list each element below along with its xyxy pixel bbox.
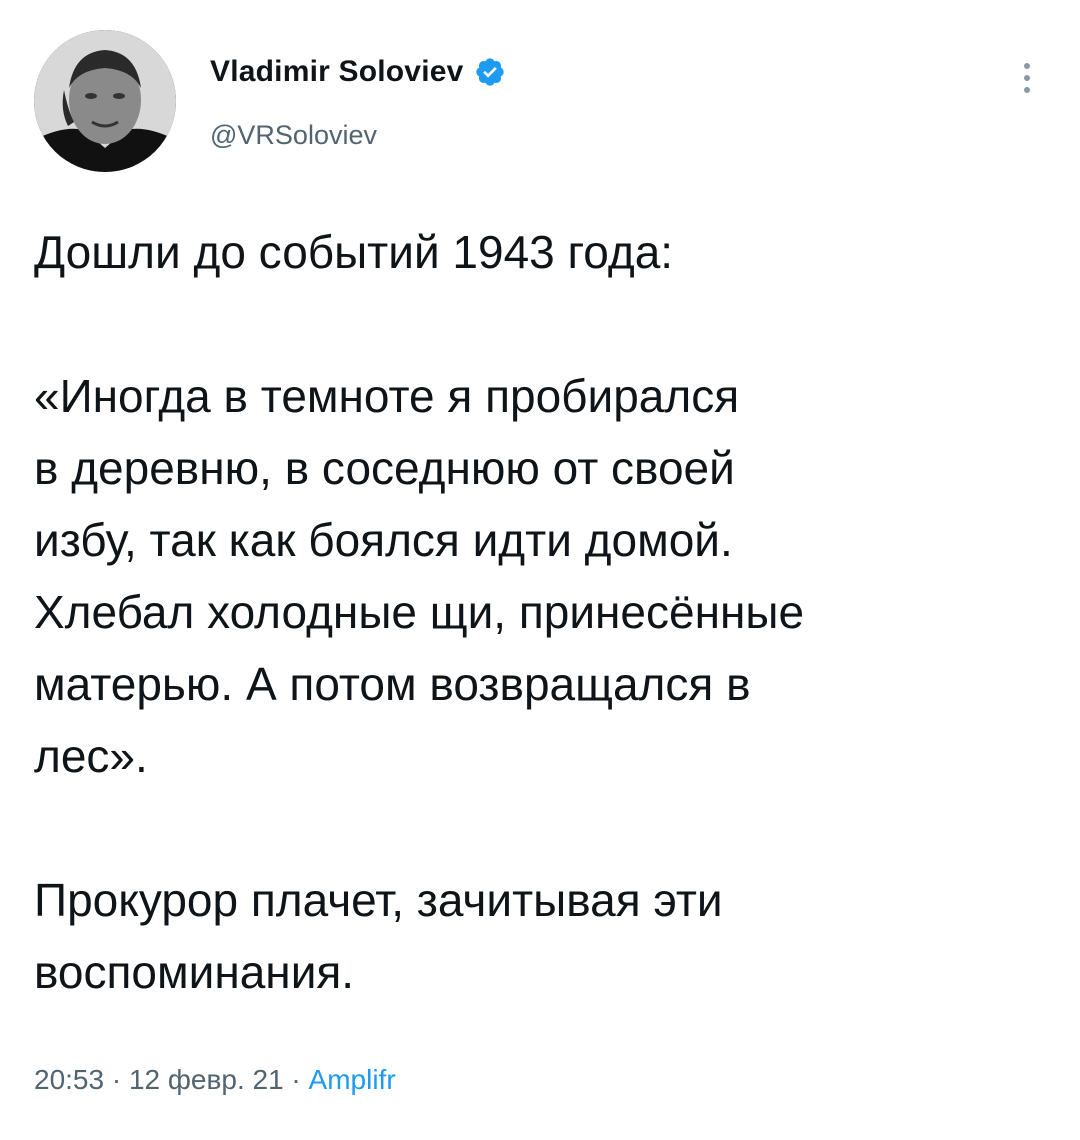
author-handle[interactable]: @VRSoloviev [210, 120, 377, 151]
tweet-time[interactable]: 20:53 [34, 1064, 104, 1095]
author-name-row[interactable]: Vladimir Soloviev [210, 50, 506, 94]
avatar[interactable] [34, 30, 176, 172]
meta-separator: · [283, 1064, 309, 1095]
tweet-line: Дошли до событий 1943 года: [34, 226, 674, 278]
tweet-line: матерью. А потом возвращался в [34, 658, 751, 710]
tweet-metadata: 20:53 · 12 февр. 21 · Amplifr [34, 1064, 396, 1096]
tweet-card: Vladimir Soloviev @VRSoloviev Дошли до с… [0, 0, 1080, 1140]
meta-separator: · [104, 1064, 129, 1095]
tweet-line: Прокурор плачет, зачитывая эти [34, 874, 723, 926]
more-vertical-icon [1024, 63, 1030, 93]
tweet-date[interactable]: 12 февр. 21 [129, 1064, 284, 1095]
verified-badge-icon [475, 58, 504, 86]
tweet-line: воспоминания. [34, 946, 355, 998]
display-name[interactable]: Vladimir Soloviev [210, 55, 464, 89]
tweet-text: Дошли до событий 1943 года: «Иногда в те… [34, 216, 1044, 1008]
tweet-line: Хлебал холодные щи, принесённые [34, 586, 805, 638]
more-options-button[interactable] [1012, 58, 1042, 98]
profile-photo [34, 30, 176, 172]
tweet-line: лес». [34, 730, 148, 782]
tweet-line: в деревню, в соседнюю от своей [34, 442, 735, 494]
tweet-line: избу, так как боялся идти домой. [34, 514, 733, 566]
tweet-source-link[interactable]: Amplifr [309, 1064, 396, 1095]
tweet-line: «Иногда в темноте я пробирался [34, 370, 740, 422]
